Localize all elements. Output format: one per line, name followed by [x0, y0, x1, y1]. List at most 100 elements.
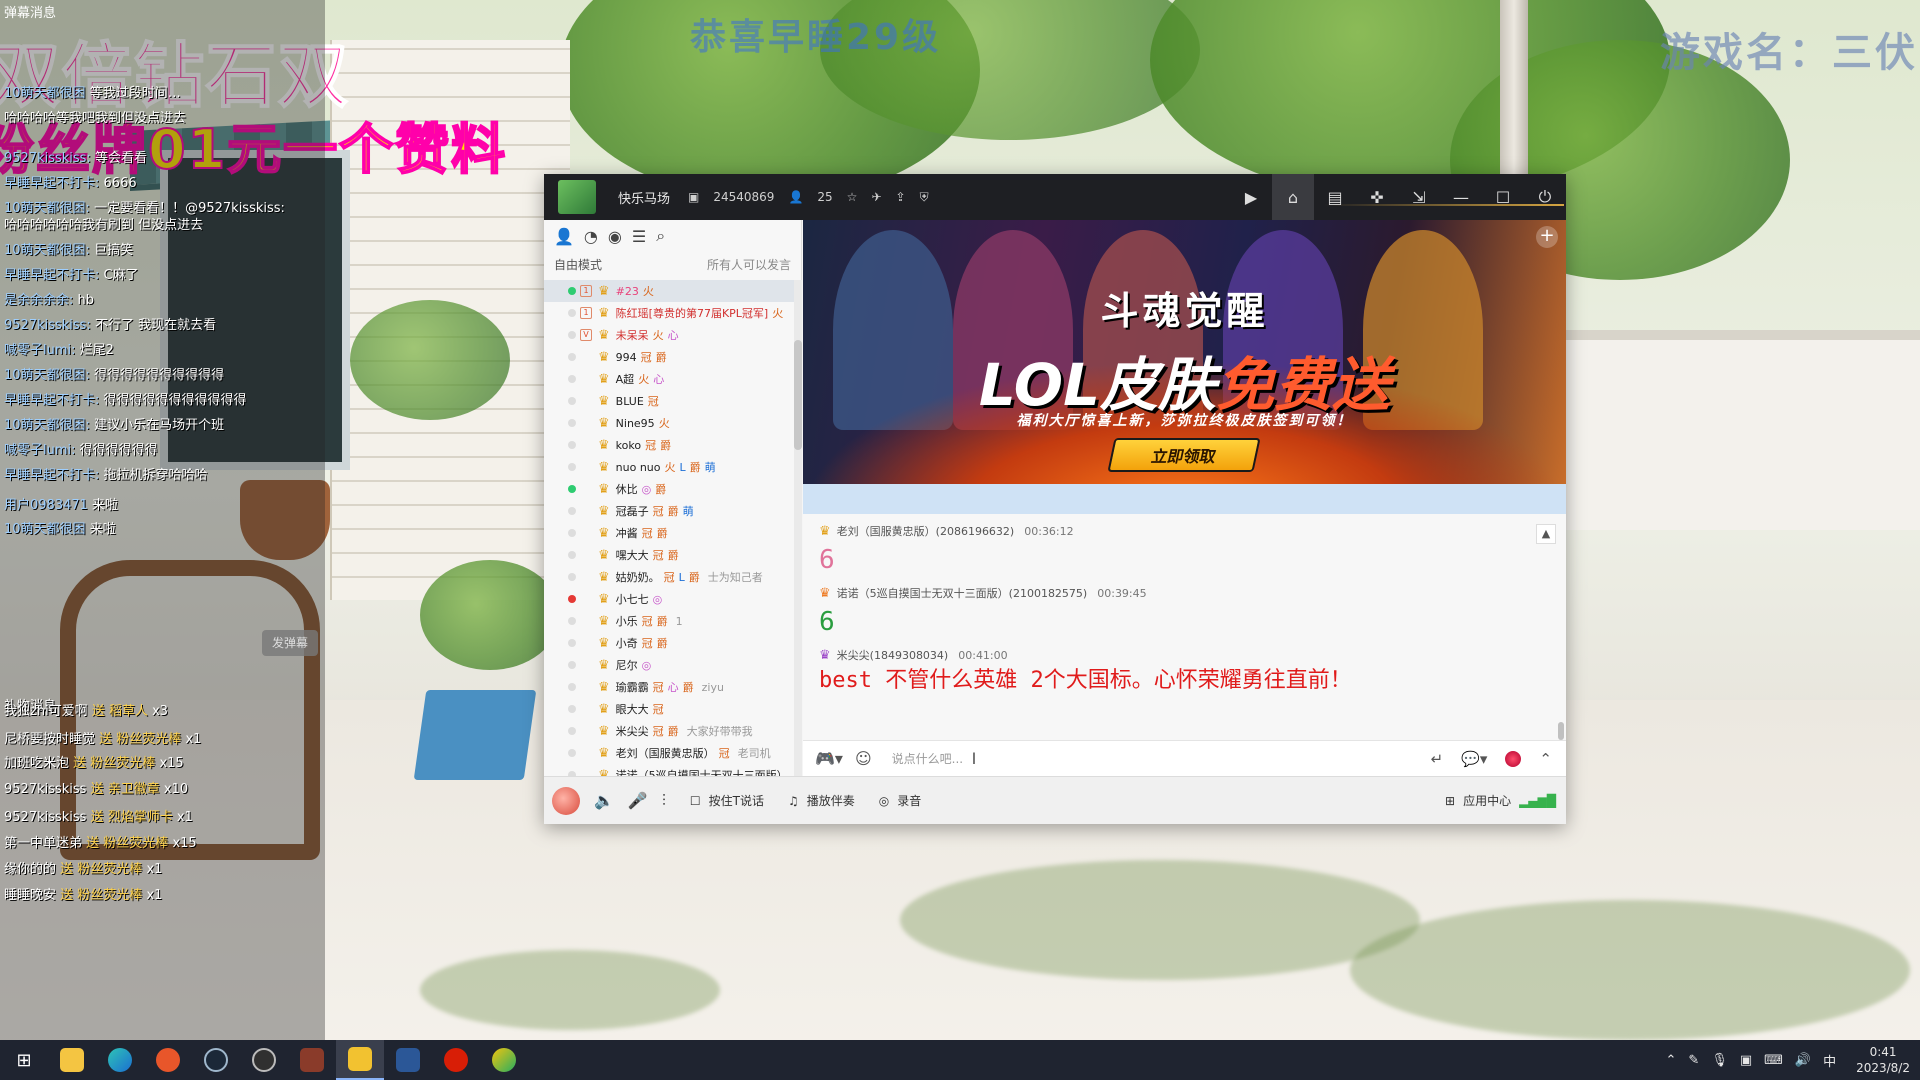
member-row[interactable]: ♛ BLUE 冠 — [544, 390, 794, 412]
member-row[interactable]: ♛ 姑奶奶。冠 L 爵士为知己者 — [544, 566, 794, 588]
app-center-icon[interactable]: ⊞ — [1445, 794, 1455, 808]
notes-icon[interactable]: ☰ — [632, 227, 646, 246]
chat-input[interactable]: 说点什么吧... — [892, 750, 1402, 767]
member-row[interactable]: 1 ♛ 陈红瑶[尊贵的第77届KPL冠军] 火 — [544, 302, 794, 324]
league-client-icon[interactable] — [480, 1040, 528, 1080]
game-launcher-icon[interactable] — [288, 1040, 336, 1080]
member-row[interactable]: ♛ 冠磊子冠爵萌 — [544, 500, 794, 522]
maximize-button[interactable]: ☐ — [1482, 174, 1524, 220]
network-icon[interactable]: ⌨ — [1764, 1053, 1783, 1068]
member-row[interactable]: ♛ 老刘（国服黄忠版）冠老司机 — [544, 742, 794, 764]
flower-gift-icon[interactable] — [1505, 750, 1522, 767]
member-row[interactable]: ♛ A超火心 — [544, 368, 794, 390]
member-row[interactable]: ♛ 休比 ◎ 爵 — [544, 478, 794, 500]
member-row[interactable]: ♛ 嘿大大冠爵 — [544, 544, 794, 566]
person-icon[interactable]: 👤 — [554, 227, 574, 246]
member-badge: 爵 — [656, 637, 668, 650]
yy-app-icon[interactable] — [336, 1040, 384, 1080]
shield-icon[interactable]: ⛨ — [920, 190, 929, 205]
speaker-icon[interactable]: 🔈 — [594, 791, 614, 810]
minimize-to-tray-icon[interactable]: ⇲ — [1398, 174, 1440, 220]
microphone-icon[interactable]: 🎤 — [628, 791, 648, 810]
member-row[interactable]: 1 ♛ #23 火 — [544, 280, 794, 302]
member-row[interactable]: ♛ 眼大大冠 — [544, 698, 794, 720]
room-id-icon: ▣ — [688, 190, 700, 204]
obs-icon[interactable] — [240, 1040, 288, 1080]
gamepad-icon[interactable]: ✜ — [1356, 174, 1398, 220]
member-row[interactable]: ♛ 尼尔 ◎ — [544, 654, 794, 676]
member-row[interactable]: ♛ Nine95 火 — [544, 412, 794, 434]
app-center-label[interactable]: 应用中心 — [1463, 792, 1511, 809]
chat-user[interactable]: 老刘（国服黄忠版）(2086196632) — [837, 523, 1015, 539]
member-badge: 火 — [664, 461, 676, 474]
member-row[interactable]: ♛ 小奇冠爵 — [544, 632, 794, 654]
chat-user[interactable]: 诺诺（5巡自摸国士无双十三面版）(2100182575) — [837, 585, 1088, 601]
member-row[interactable]: ♛ 994 冠爵 — [544, 346, 794, 368]
chevron-up-icon[interactable]: ⌃ — [1539, 750, 1552, 768]
home-icon[interactable]: ⌂ — [1272, 174, 1314, 220]
my-avatar[interactable] — [552, 786, 580, 815]
mixer-icon[interactable]: ⫶ — [662, 791, 666, 811]
member-row[interactable]: V ♛ 未呆呆火心 — [544, 324, 794, 346]
chat-text: 6 — [819, 607, 835, 637]
checkbox-icon[interactable]: ☐ — [690, 794, 701, 808]
member-row[interactable]: ♛ 瑜霸霸冠心爵 ziyu — [544, 676, 794, 698]
member-row[interactable]: ♛ 冲酱冠爵 — [544, 522, 794, 544]
member-row[interactable]: ♛ 小乐冠爵 1 — [544, 610, 794, 632]
input-method-indicator[interactable]: 中 — [1823, 1051, 1836, 1070]
chat-bubble-icon[interactable]: ◔ — [584, 227, 598, 246]
favorite-star-icon[interactable]: ☆ — [847, 190, 858, 204]
chat-user[interactable]: 米尖尖(1849308034) — [837, 647, 949, 663]
windows-start-icon[interactable]: ⊞ — [0, 1040, 48, 1080]
netease-music-icon[interactable] — [432, 1040, 480, 1080]
game-controller-icon[interactable]: 🎮▾ — [815, 749, 843, 768]
member-badge: 爵 — [682, 681, 694, 694]
word-icon[interactable] — [384, 1040, 432, 1080]
record-icon[interactable]: ◎ — [879, 794, 889, 808]
video-icon[interactable]: ▶ — [1230, 174, 1272, 220]
emoji-icon[interactable]: ☺ — [855, 749, 872, 768]
edge-browser-icon[interactable] — [96, 1040, 144, 1080]
power-button[interactable]: ⏻ — [1524, 174, 1566, 220]
mic-mode[interactable]: 自由模式 — [554, 256, 602, 273]
list-icon[interactable]: ▤ — [1314, 174, 1356, 220]
danmaku-message: 用户0983471 来啦 — [4, 494, 118, 513]
chat-bubble-options-icon[interactable]: 💬▾ — [1461, 750, 1487, 768]
chevron-up-icon[interactable]: ⌃ — [1666, 1053, 1677, 1068]
search-icon[interactable]: ⌕ — [656, 226, 665, 246]
member-row[interactable]: ♛ 米尖尖冠爵大家好带带我 — [544, 720, 794, 742]
tray-app-icon[interactable]: ▣ — [1740, 1053, 1752, 1068]
microphone-tray-icon[interactable]: 🎙 — [1711, 1053, 1728, 1068]
record-label[interactable]: 录音 — [897, 792, 921, 809]
user-count-icon: 👤 — [788, 190, 804, 204]
music-note-icon[interactable]: ♫ — [788, 794, 799, 808]
location-icon[interactable]: ◉ — [608, 227, 622, 246]
banner-claim-button[interactable]: 立即领取 — [1107, 438, 1261, 472]
pen-icon[interactable]: ✎ — [1688, 1053, 1699, 1068]
member-row[interactable]: ♛ koko 冠爵 — [544, 434, 794, 456]
push-to-talk-label[interactable]: 按住T说话 — [709, 792, 764, 809]
minimize-button[interactable]: — — [1440, 174, 1482, 220]
volume-icon[interactable]: 🔊 — [1795, 1053, 1811, 1068]
scroll-top-button[interactable]: ▲ — [1536, 524, 1556, 544]
steam-icon[interactable] — [192, 1040, 240, 1080]
game-app-icon[interactable] — [144, 1040, 192, 1080]
send-danmaku-button[interactable]: 发弹幕 — [262, 630, 318, 656]
member-row[interactable]: ♛ 小七七 ◎ — [544, 588, 794, 610]
send-icon[interactable]: ↵ — [1431, 750, 1444, 768]
share-icon[interactable]: ⇪ — [896, 190, 906, 204]
gift-count: x1 — [146, 888, 163, 903]
clock[interactable]: 0:41 2023/8/2 — [1856, 1044, 1910, 1076]
promo-banner[interactable]: 斗魂觉醒 LOL皮肤免费送 福利大厅惊喜上新，莎弥拉终极皮肤签到可领！ 立即领取… — [803, 220, 1566, 484]
plane-icon[interactable]: ✈ — [871, 190, 881, 204]
status-dot — [568, 485, 576, 493]
room-avatar[interactable] — [558, 180, 596, 214]
file-explorer-icon[interactable] — [48, 1040, 96, 1080]
play-accompaniment-label[interactable]: 播放伴奏 — [807, 792, 855, 809]
member-list-scrollbar[interactable] — [794, 280, 802, 776]
add-icon[interactable]: + — [1536, 226, 1558, 248]
member-row[interactable]: ♛ nuo nuo 火 L 爵萌 — [544, 456, 794, 478]
member-row[interactable]: ♛ 诺诺（5巡自摸国士无双十三面版） — [544, 764, 794, 776]
gift-count: x15 — [159, 756, 184, 771]
chat-scrollbar[interactable] — [1558, 514, 1564, 740]
